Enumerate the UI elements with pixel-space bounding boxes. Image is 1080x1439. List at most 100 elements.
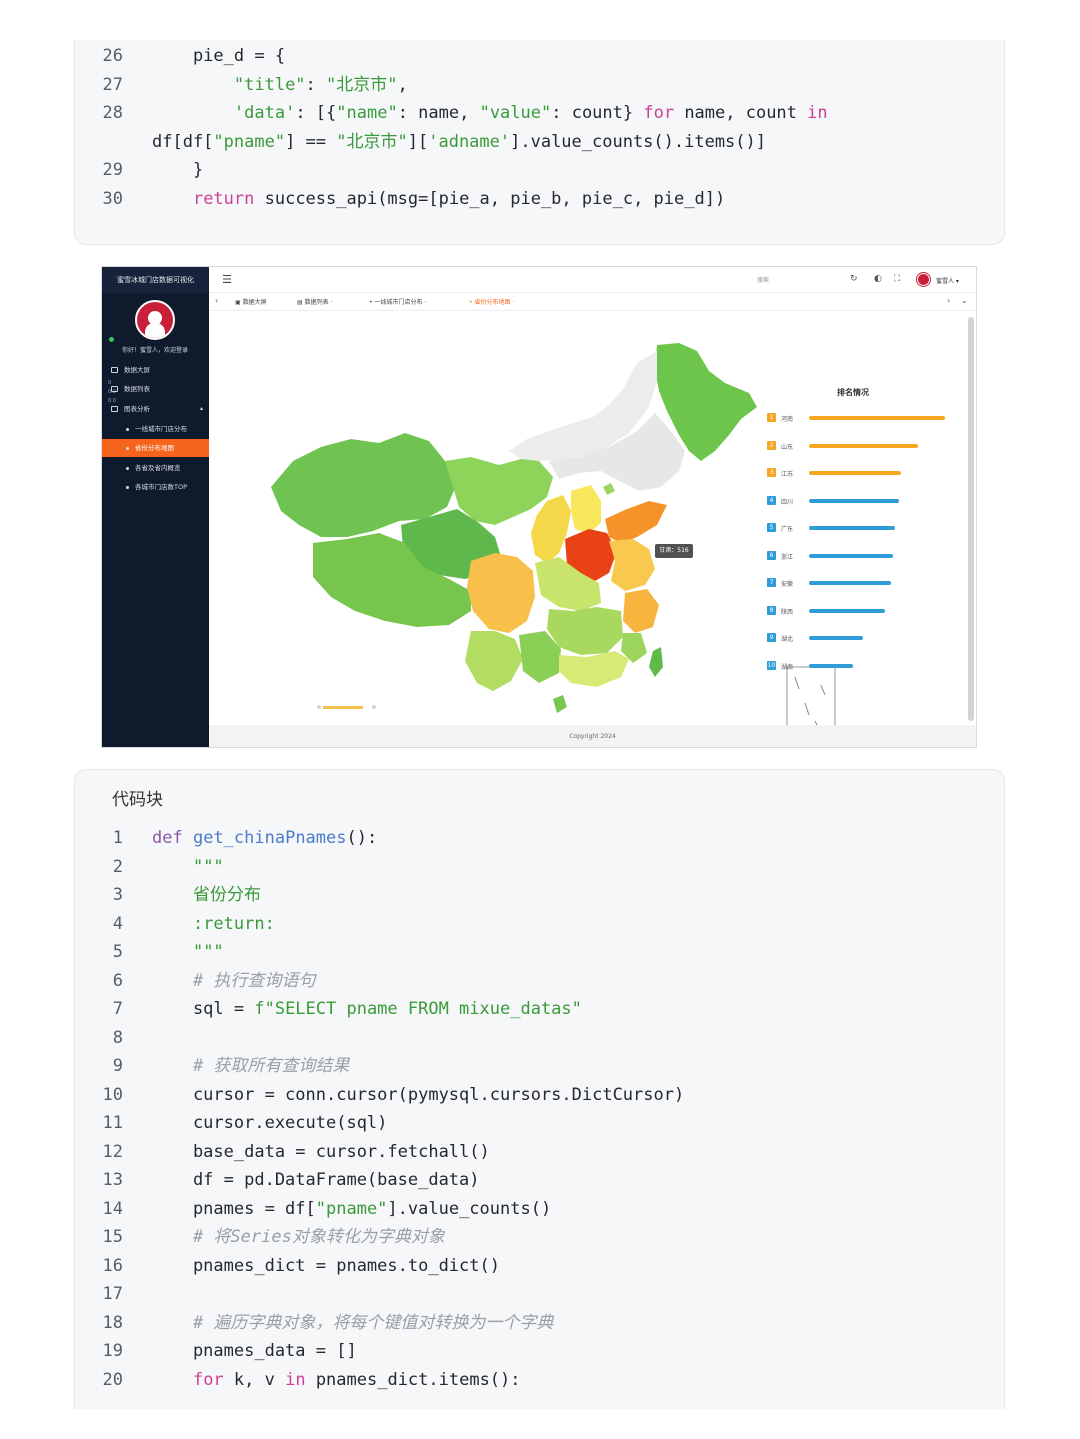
line-number: 15 bbox=[102, 1227, 123, 1247]
code-line: 12 base_data = cursor.fetchall() bbox=[75, 1138, 1004, 1167]
code-text: 省份分布 bbox=[192, 885, 261, 905]
code-line: 9 # 获取所有查询结果 bbox=[75, 1052, 1004, 1081]
code-text: """ bbox=[192, 942, 224, 962]
code-line: 17 bbox=[75, 1280, 1004, 1309]
code-text: def get_chinaPnames(): bbox=[152, 828, 378, 848]
rank-badge: 6 bbox=[767, 550, 776, 560]
menu-icon[interactable]: ☰ bbox=[222, 274, 232, 285]
refresh-icon[interactable]: ↻ bbox=[850, 274, 858, 285]
user-greeting: 你好！蜜雪人，欢迎登录 bbox=[122, 347, 189, 354]
code-text: sql = f"SELECT pname FROM mixue_datas" bbox=[152, 999, 582, 1019]
chevron-down-icon[interactable]: ⌄ bbox=[961, 296, 968, 305]
rank-bar bbox=[809, 636, 864, 640]
code-text: pnames_dict = pnames.to_dict() bbox=[152, 1255, 500, 1276]
sidebar-item-province-overview[interactable]: 各省及省内概览 bbox=[102, 459, 209, 477]
rank-bar bbox=[809, 471, 902, 475]
sidebar-item-province-map[interactable]: 省份分布地图 bbox=[102, 439, 209, 457]
rank-bar bbox=[809, 526, 895, 530]
chevron-right-icon[interactable]: › bbox=[947, 296, 950, 305]
sidebar-item-city-top[interactable]: 各城市门店数TOP bbox=[102, 478, 209, 496]
rank-badge: 3 bbox=[767, 468, 776, 477]
tab-bar: ‹ ▣ 数据大屏 ▤ 数据列表 · • 一线城市门店分布 · • 省份分布地图 … bbox=[209, 293, 976, 311]
username[interactable]: 蜜雪人 ▾ bbox=[936, 276, 959, 285]
code-line: 7 sql = f"SELECT pname FROM mixue_datas" bbox=[75, 995, 1004, 1024]
code-line: 8 bbox=[75, 1024, 1004, 1053]
tab-tier1-cities[interactable]: • 一线城市门店分布 · bbox=[369, 297, 426, 306]
rank-province-name: 湖南 bbox=[781, 663, 794, 671]
rank-badge: 5 bbox=[767, 523, 776, 532]
code-text: # 将Series对象转化为字典对象 bbox=[192, 1227, 445, 1247]
tab-province-map[interactable]: • 省份分布地图 · bbox=[469, 297, 514, 306]
map-region bbox=[603, 483, 615, 495]
scrollbar[interactable] bbox=[968, 317, 974, 721]
rank-badge: 9 bbox=[767, 633, 776, 642]
fullscreen-icon[interactable]: ⛶ bbox=[894, 274, 900, 285]
map-region bbox=[467, 553, 535, 633]
line-number: 3 bbox=[112, 885, 123, 905]
line-number: 29 bbox=[102, 160, 123, 180]
sidebar-item-label: 各省及省内概览 bbox=[135, 464, 181, 472]
app-title: 蜜雪冰城门店数据可视化 bbox=[102, 267, 209, 293]
code-text: base_data = cursor.fetchall() bbox=[152, 1141, 490, 1162]
code-line: 10 cursor = conn.cursor(pymysql.cursors.… bbox=[75, 1081, 1004, 1110]
code-text: # 遍历字典对象，将每个键值对转换为一个字典 bbox=[192, 1312, 554, 1333]
line-number: 7 bbox=[112, 999, 123, 1019]
code-line: 19 pnames_data = [] bbox=[75, 1337, 1004, 1366]
theme-icon[interactable]: ◐ bbox=[874, 274, 882, 285]
footer: Copyright 2024 bbox=[209, 725, 976, 747]
tab-label: 省份分布地图 bbox=[474, 299, 511, 306]
rank-bar bbox=[809, 553, 894, 558]
map-region bbox=[649, 647, 663, 677]
visual-map-legend bbox=[323, 706, 363, 709]
sidebar-item-label: 一线城市门店分布 bbox=[135, 425, 187, 433]
code-line: 2 """ bbox=[75, 853, 1004, 882]
sidebar-item-label: 各城市门店数TOP bbox=[135, 483, 188, 491]
code-text: for k, v in pnames_dict.items(): bbox=[192, 1369, 521, 1390]
sidebar-item-chart-analysis[interactable]: 图表分析 ▴ bbox=[102, 400, 209, 418]
code-line: 28 'data': [{"name": name, "value": coun… bbox=[75, 99, 1004, 128]
line-number: 18 bbox=[102, 1312, 123, 1333]
sidebar: 蜜雪冰城门店数据可视化 你好！蜜雪人，欢迎登录 0 0.2 0.0 数据大屏 数… bbox=[102, 267, 209, 747]
code-line: 1 def get_chinaPnames(): bbox=[75, 824, 1004, 853]
rank-badge: 10 bbox=[767, 660, 776, 670]
rank-badge: 4 bbox=[767, 495, 776, 505]
search-label[interactable]: 搜索 bbox=[757, 275, 769, 284]
line-number: 12 bbox=[102, 1141, 123, 1162]
code-line: 3 省份分布 bbox=[75, 881, 1004, 910]
avatar[interactable] bbox=[135, 300, 175, 340]
rank-bar bbox=[809, 498, 899, 503]
code-block-top: 26 pie_d = {27 "title": "北京市", 28 'data':… bbox=[74, 40, 1005, 245]
rank-province-name: 广东 bbox=[781, 526, 794, 533]
map-region bbox=[605, 501, 667, 543]
map-region bbox=[609, 539, 655, 591]
code-text: """ bbox=[192, 856, 224, 877]
code-line: 14 pnames = df["pname"].value_counts() bbox=[75, 1195, 1004, 1224]
tab-data-list[interactable]: ▤ 数据列表 · bbox=[297, 297, 332, 306]
rank-province-name: 浙江 bbox=[781, 553, 794, 561]
rank-bar bbox=[809, 443, 918, 448]
sidebar-item-label: 数据列表 bbox=[124, 385, 150, 393]
map-panel: 甘肃：516 排名情况 1 河南 2 山东 3 江苏 4 四川 5 广东 6 浙江 7 安徽 8 陕西 9 湖北 1… bbox=[209, 311, 969, 725]
chevron-left-icon[interactable]: ‹ bbox=[215, 296, 218, 305]
sidebar-item-data-list[interactable]: 数据列表 bbox=[102, 380, 209, 398]
code-line: 26 pie_d = { bbox=[75, 42, 1004, 71]
online-status-icon bbox=[109, 337, 114, 342]
china-province-map bbox=[271, 343, 836, 725]
tab-dashboard[interactable]: ▣ 数据大屏 bbox=[235, 297, 267, 306]
line-number: 27 bbox=[102, 74, 123, 95]
map-region bbox=[623, 589, 659, 633]
code-line: 4 :return: bbox=[75, 910, 1004, 939]
rank-bar bbox=[809, 581, 891, 585]
user-avatar[interactable] bbox=[917, 273, 930, 286]
line-number: 16 bbox=[102, 1255, 123, 1276]
map-region bbox=[559, 651, 629, 687]
code-line: 11 cursor.execute(sql) bbox=[75, 1109, 1004, 1138]
sidebar-item-tier1-cities[interactable]: 一线城市门店分布 bbox=[102, 420, 209, 438]
legend-dot bbox=[317, 705, 321, 709]
line-number: 13 bbox=[102, 1170, 123, 1190]
line-number: 8 bbox=[112, 1027, 123, 1048]
code-line: 27 "title": "北京市", bbox=[75, 71, 1004, 100]
code-text: pnames_data = [] bbox=[152, 1341, 357, 1361]
line-number: 1 bbox=[112, 828, 123, 848]
sidebar-item-dashboard[interactable]: 数据大屏 bbox=[102, 361, 209, 379]
